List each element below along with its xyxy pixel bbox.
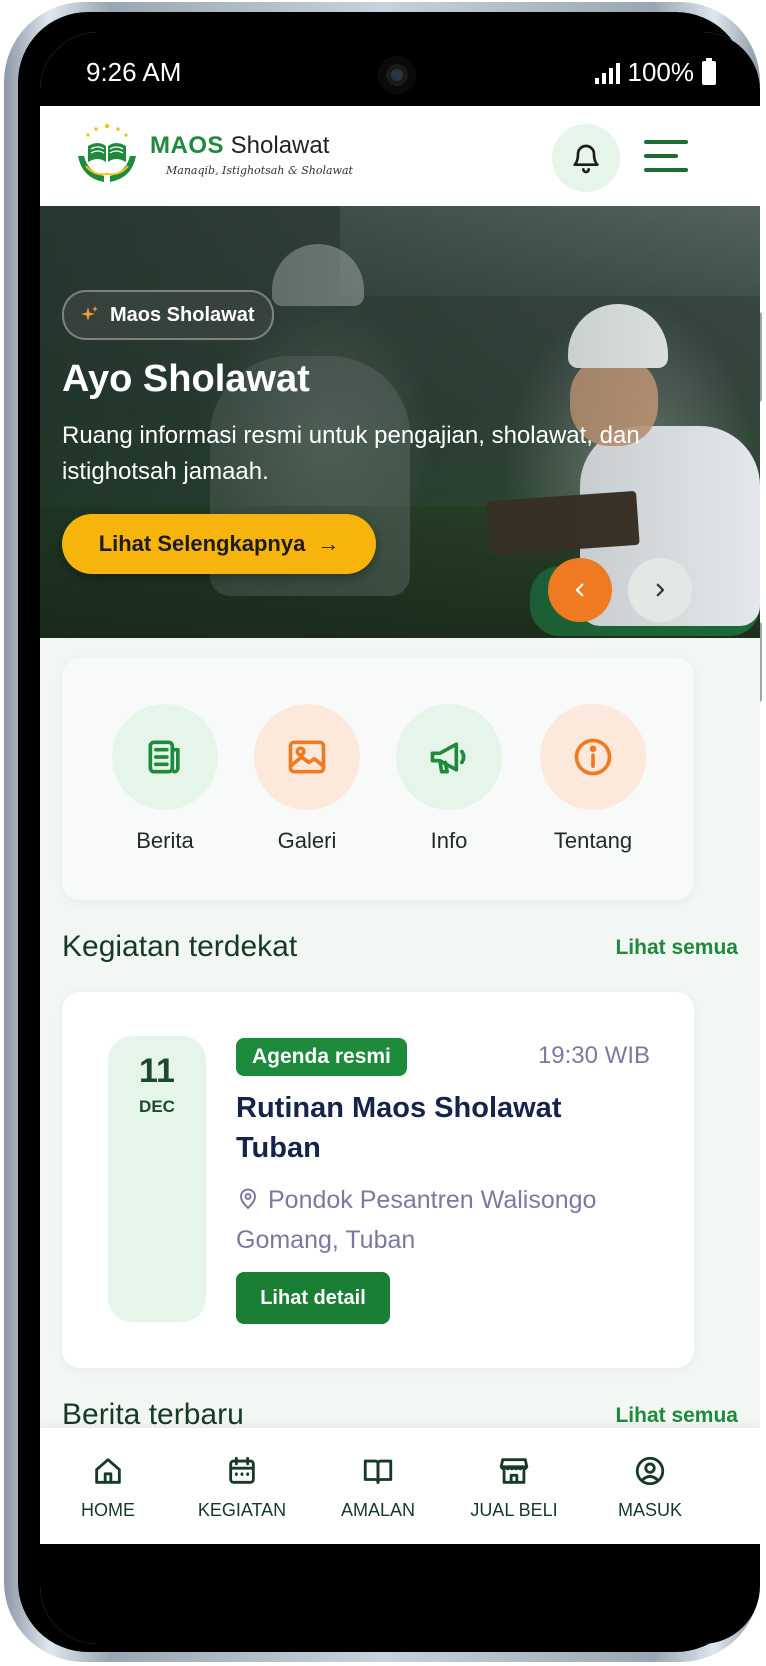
app-header: MAOS Sholawat Manaqib, Istighotsah & Sho… (40, 106, 760, 206)
screen-bottom-edge (40, 1544, 760, 1644)
status-time: 9:26 AM (86, 57, 182, 87)
event-day: 11 (139, 1052, 175, 1090)
signal-icon (594, 62, 620, 84)
nav-kegiatan[interactable]: KEGIATAN (172, 1454, 312, 1521)
event-tag: Agenda resmi (236, 1038, 407, 1076)
hero-subtitle: Ruang informasi resmi untuk pengajian, s… (62, 422, 640, 485)
event-location: Pondok Pesantren Walisongo Gomang, Tuban (236, 1180, 656, 1260)
chevron-left-icon (575, 583, 584, 597)
brand-tagline: Manaqib, Istighotsah & Sholawat (166, 164, 353, 177)
event-detail-button[interactable]: Lihat detail (236, 1272, 390, 1324)
nav-label: KEGIATAN (197, 1500, 287, 1520)
bottom-nav: HOME KEGIATAN AMALAN JUAL BELI MASUK (40, 1428, 760, 1544)
phone-frame: 9:26 AM 100% MAOS Sholawat Manaqib, Isti… (4, 2, 762, 1662)
info-icon (540, 704, 646, 810)
quick-link-info[interactable]: Info (384, 704, 514, 854)
status-indicators: 100% (594, 57, 716, 88)
hero-title: Ayo Sholawat (62, 358, 310, 400)
status-bar: 9:26 AM 100% (40, 32, 760, 106)
battery-icon (702, 57, 716, 85)
quick-link-tentang[interactable]: Tentang (528, 704, 658, 854)
screen: 9:26 AM 100% MAOS Sholawat Manaqib, Isti… (40, 32, 760, 1644)
user-icon (580, 1454, 720, 1488)
nav-label: MASUK (617, 1500, 682, 1520)
upcoming-see-all-link[interactable]: Lihat semua (615, 936, 738, 960)
store-icon (444, 1454, 584, 1488)
event-card[interactable]: 11 DEC Agenda resmi 19:30 WIB Rutinan Ma… (62, 992, 694, 1368)
nav-label: AMALAN (340, 1500, 416, 1520)
see-more-label: Lihat Selengkapnya (98, 531, 306, 556)
notification-button[interactable] (552, 124, 620, 192)
quick-link-galeri[interactable]: Galeri (242, 704, 372, 854)
arrow-right-icon: → (317, 531, 340, 556)
quick-link-label: Galeri (277, 828, 337, 853)
event-time: 19:30 WIB (537, 1042, 650, 1069)
book-icon (308, 1454, 448, 1488)
event-location-text: Pondok Pesantren Walisongo Gomang, Tuban (236, 1186, 597, 1254)
nav-jual-beli[interactable]: JUAL BELI (444, 1454, 584, 1521)
logo-icon[interactable] (74, 122, 140, 188)
news-see-all-link[interactable]: Lihat semua (615, 1404, 738, 1428)
image-icon (254, 704, 360, 810)
quick-link-label: Info (430, 828, 468, 853)
bell-icon (573, 144, 599, 174)
event-month: DEC (139, 1097, 175, 1116)
sparkle-icon (81, 306, 98, 321)
megaphone-icon (396, 704, 502, 810)
upcoming-section-title: Kegiatan terdekat (62, 930, 298, 963)
see-more-button[interactable]: Lihat Selengkapnya → (62, 514, 376, 574)
nav-masuk[interactable]: MASUK (580, 1454, 720, 1521)
nav-label: HOME (81, 1500, 135, 1520)
menu-icon[interactable] (640, 134, 690, 180)
news-icon (112, 704, 218, 810)
quick-link-label: Tentang (553, 828, 633, 853)
chevron-right-icon (656, 583, 665, 597)
quick-link-label: Berita (136, 828, 194, 853)
carousel-next-button[interactable] (628, 558, 692, 622)
nav-home[interactable]: HOME (40, 1454, 178, 1521)
event-title: Rutinan Maos Sholawat Tuban (236, 1092, 562, 1164)
quick-links-card: Berita Galeri Info Tentang (62, 658, 694, 900)
quick-link-berita[interactable]: Berita (100, 704, 230, 854)
bezel: 9:26 AM 100% MAOS Sholawat Manaqib, Isti… (18, 12, 760, 1652)
news-section-title: Berita terbaru (62, 1398, 244, 1431)
brand-name: MAOS Sholawat (150, 132, 330, 159)
hero-banner: Maos Sholawat Ayo Sholawat Ruang informa… (40, 206, 760, 638)
battery-percent: 100% (627, 57, 695, 87)
hero-badge: Maos Sholawat (62, 290, 275, 340)
front-camera (378, 56, 416, 94)
nav-amalan[interactable]: AMALAN (308, 1454, 448, 1521)
hero-badge-label: Maos Sholawat (110, 303, 255, 326)
event-date: 11 DEC (108, 1036, 206, 1322)
home-icon (40, 1454, 178, 1488)
location-pin-icon (240, 1188, 256, 1209)
calendar-icon (172, 1454, 312, 1488)
carousel-prev-button[interactable] (548, 558, 612, 622)
nav-label: JUAL BELI (470, 1500, 558, 1520)
brand[interactable]: MAOS Sholawat Manaqib, Istighotsah & Sho… (150, 132, 353, 177)
